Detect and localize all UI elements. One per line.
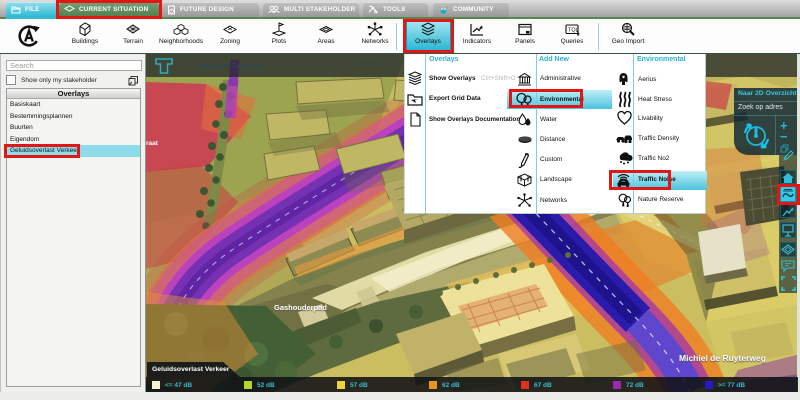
svg-text:raat: raat — [146, 140, 159, 147]
svg-text:Gasthuislaan: Gasthuislaan — [351, 60, 389, 67]
svg-text:Gashouderpad: Gashouderpad — [274, 303, 327, 312]
svg-text:Michiel de Ruyterweg: Michiel de Ruyterweg — [679, 353, 766, 363]
svg-text:Brabantse-Turfmarkt: Brabantse-Turfmarkt — [195, 63, 264, 70]
svg-text:TQL: TQL — [568, 28, 579, 34]
